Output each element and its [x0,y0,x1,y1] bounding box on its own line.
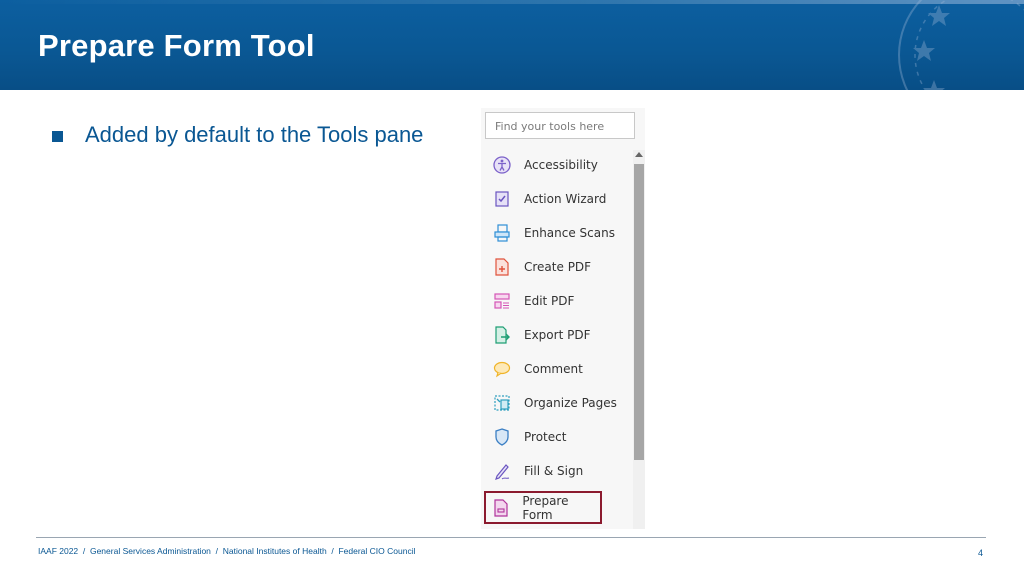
tool-label: Edit PDF [524,294,575,308]
tool-label: Prepare Form [522,493,569,522]
tool-item-export-pdf[interactable]: Export PDF [485,320,631,350]
seal-watermark-icon [898,0,1024,90]
tool-label: Fill & Sign [524,464,584,478]
tool-label: Protect [524,430,567,444]
tool-label: Action Wizard [524,192,607,206]
footer-text: IAAF 2022 / General Services Administrat… [38,546,416,556]
tool-item-protect[interactable]: Protect [485,422,631,452]
tool-label: Organize Pages [524,396,617,410]
action-wizard-icon [492,189,512,209]
tool-item-accessibility[interactable]: Accessibility [485,150,631,180]
tool-label: Create PDF [524,260,592,274]
bullet-item: Added by default to the Tools pane [52,122,423,148]
scroll-up-icon[interactable] [635,152,643,157]
tool-label: Export PDF [524,328,591,342]
page-title: Prepare Form Tool [38,28,315,63]
tool-item-action-wizard[interactable]: Action Wizard [485,184,631,214]
tool-item-fill-sign[interactable]: Fill & Sign [485,456,631,486]
tool-label: Accessibility [524,158,598,172]
scrollbar[interactable] [633,150,645,529]
create-pdf-icon [492,257,512,277]
footer-divider [36,537,986,538]
tool-item-organize-pages[interactable]: Organize Pages [485,388,631,418]
organize-pages-icon [492,393,512,413]
bullet-square-icon [52,131,63,142]
comment-icon [492,359,512,379]
scrollbar-thumb[interactable] [634,164,644,460]
tool-item-prepare-form[interactable]: Prepare Form [484,491,602,524]
tool-label: Comment [524,362,583,376]
prepare-form-icon [491,498,510,518]
header-stripe [0,0,1024,4]
enhance-scans-icon [492,223,512,243]
bullet-text: Added by default to the Tools pane [85,122,424,147]
edit-pdf-icon [492,291,512,311]
export-pdf-icon [492,325,512,345]
tools-search-input[interactable]: Find your tools here [485,112,635,139]
fill-sign-icon [492,461,512,481]
tool-label: Enhance Scans [524,226,615,240]
tool-item-create-pdf[interactable]: Create PDF [485,252,631,282]
accessibility-icon [492,155,512,175]
tool-item-comment[interactable]: Comment [485,354,631,384]
tools-pane: Find your tools here Accessibility Actio… [481,108,645,529]
tool-item-edit-pdf[interactable]: Edit PDF [485,286,631,316]
tool-item-enhance-scans[interactable]: Enhance Scans [485,218,631,248]
slide-header: Prepare Form Tool [0,0,1024,90]
page-number: 4 [978,548,984,558]
protect-icon [492,427,512,447]
